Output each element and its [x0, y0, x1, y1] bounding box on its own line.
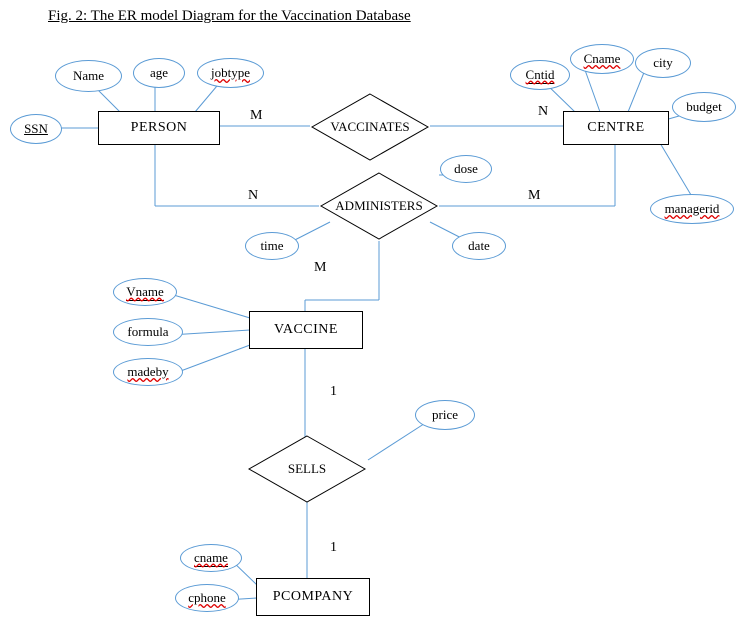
- entity-pcompany: PCOMPANY: [256, 578, 370, 616]
- attr-budget: budget: [672, 92, 736, 122]
- attr-cname: cname: [180, 544, 242, 572]
- attr-date: date: [452, 232, 506, 260]
- attr-managerid: managerid: [650, 194, 734, 224]
- attr-formula: formula: [113, 318, 183, 346]
- card-centre-administers: M: [528, 188, 540, 204]
- attr-city: city: [635, 48, 691, 78]
- attr-price: price: [415, 400, 475, 430]
- attr-cname-centre: Cname: [570, 44, 634, 74]
- figure-title: Fig. 2: The ER model Diagram for the Vac…: [48, 8, 411, 25]
- relationship-administers-label: ADMINISTERS: [319, 171, 439, 241]
- attr-madeby: madeby: [113, 358, 183, 386]
- entity-person: PERSON: [98, 111, 220, 145]
- relationship-sells-label: SELLS: [247, 434, 367, 504]
- attr-cntid: Cntid: [510, 60, 570, 90]
- relationship-vaccinates: VACCINATES: [310, 92, 430, 162]
- attr-vname: Vname: [113, 278, 177, 306]
- card-person-administers: N: [248, 188, 258, 204]
- entity-vaccine: VACCINE: [249, 311, 363, 349]
- attr-cphone: cphone: [175, 584, 239, 612]
- card-vaccine-administers: M: [314, 260, 326, 276]
- attr-name: Name: [55, 60, 122, 92]
- attr-jobtype: jobtype: [197, 58, 264, 88]
- er-diagram: Fig. 2: The ER model Diagram for the Vac…: [0, 0, 737, 644]
- relationship-administers: ADMINISTERS: [319, 171, 439, 241]
- attr-dose: dose: [440, 155, 492, 183]
- attr-age: age: [133, 58, 185, 88]
- relationship-sells: SELLS: [247, 434, 367, 504]
- attr-ssn: SSN: [10, 114, 62, 144]
- entity-centre: CENTRE: [563, 111, 669, 145]
- card-vaccine-sells: 1: [330, 384, 337, 400]
- relationship-vaccinates-label: VACCINATES: [310, 92, 430, 162]
- card-pcompany-sells: 1: [330, 540, 337, 556]
- card-centre-vaccinates: N: [538, 104, 548, 120]
- attr-time: time: [245, 232, 299, 260]
- card-person-vaccinates: M: [250, 108, 262, 124]
